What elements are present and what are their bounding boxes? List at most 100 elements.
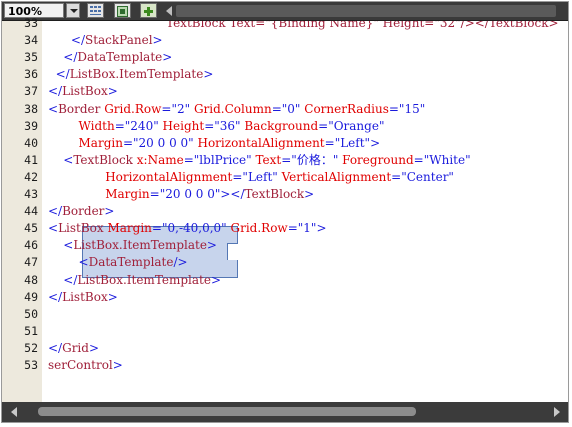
code-token: > xyxy=(206,238,217,253)
code-token: "15" xyxy=(398,101,426,116)
designer-toolbar: 100% xyxy=(2,2,568,21)
code-token: "1" xyxy=(297,221,317,236)
xaml-editor-window: 100% 33 34 35 36 37 38 39 40 41 42 43 44 45 46 47 48 49 5… xyxy=(1,1,569,423)
code-token: > xyxy=(104,204,115,219)
code-token: > xyxy=(316,221,327,236)
code-line: <ListBox.ItemTemplate> xyxy=(48,237,217,254)
line-number: 46 xyxy=(24,238,38,253)
code-token: </ xyxy=(48,272,78,287)
code-line: <Border Grid.Row="2" Grid.Column="0" Cor… xyxy=(48,101,425,118)
code-token: Margin xyxy=(103,221,152,236)
line-number: 39 xyxy=(24,118,38,133)
chevron-down-icon[interactable] xyxy=(66,3,80,18)
code-token: "Left" xyxy=(242,169,278,184)
code-token: ListBox.ItemTemplate xyxy=(73,238,207,253)
code-token: </ xyxy=(48,204,63,219)
code-token: "Orange" xyxy=(328,118,385,133)
code-token: </ xyxy=(48,84,63,99)
code-token: Foreground xyxy=(338,152,414,167)
line-number: 51 xyxy=(24,323,38,338)
code-token: Grid.Column xyxy=(190,101,272,116)
code-token: HorizontalAlignment xyxy=(193,135,325,150)
code-token: = xyxy=(281,152,292,167)
code-token: > xyxy=(162,50,173,65)
line-number: 37 xyxy=(24,84,38,99)
code-token: </ xyxy=(48,289,63,304)
line-number: 48 xyxy=(24,272,38,287)
code-token: CornerRadius xyxy=(300,101,389,116)
add-icon[interactable] xyxy=(140,3,157,18)
code-token: > xyxy=(112,358,123,372)
code-token: > xyxy=(107,289,118,304)
code-token: = xyxy=(413,152,424,167)
code-token: = xyxy=(232,169,243,184)
code-token: ListBox xyxy=(62,84,108,99)
code-token: Border xyxy=(62,204,105,219)
code-token: "Left" xyxy=(334,135,371,150)
scroll-right-icon[interactable] xyxy=(554,407,560,417)
code-line: </DataTemplate> xyxy=(48,49,172,66)
line-number: 47 xyxy=(24,255,38,270)
line-number: 36 xyxy=(24,67,38,82)
grid-icon[interactable] xyxy=(87,3,104,18)
code-token: ListBox xyxy=(62,289,108,304)
scroll-left-icon[interactable] xyxy=(166,6,172,16)
code-token: = xyxy=(324,135,335,150)
code-token: Margin xyxy=(48,187,150,201)
code-token: < xyxy=(48,152,74,167)
snap-icon[interactable] xyxy=(114,3,131,18)
code-token: Height xyxy=(158,118,205,133)
code-token: </ xyxy=(48,340,63,355)
code-line: serControl> xyxy=(48,357,123,374)
code-token: DataTemplate xyxy=(88,255,174,270)
code-token: = xyxy=(271,101,282,116)
code-token: "White" xyxy=(423,152,471,167)
code-token: = xyxy=(391,169,402,184)
code-line: TextBlock Text="{Binding Name}" Height="… xyxy=(166,21,559,32)
code-line: <TextBlock x:Name="lblPrice" Text="价格：" … xyxy=(48,152,471,169)
line-number: 34 xyxy=(24,33,38,48)
code-line: HorizontalAlignment="Left" VerticalAlign… xyxy=(48,169,454,186)
code-area[interactable]: TextBlock Text="{Binding Name}" Height="… xyxy=(48,21,568,402)
code-token: < xyxy=(48,255,89,270)
code-token: = xyxy=(287,221,298,236)
line-number: 53 xyxy=(24,358,38,372)
code-token: Grid.Row xyxy=(226,221,288,236)
code-token: Margin xyxy=(48,135,123,150)
code-token: "0" xyxy=(281,101,301,116)
code-token: ListBox xyxy=(58,221,104,236)
code-token: "Center" xyxy=(401,169,454,184)
code-token: > xyxy=(304,187,315,201)
code-token: "20 0 0 0" xyxy=(159,187,221,201)
line-number: 42 xyxy=(24,169,38,184)
code-token: serControl xyxy=(48,358,113,372)
code-token: "36" xyxy=(214,118,241,133)
code-line: </ListBox.ItemTemplate> xyxy=(48,66,214,83)
code-token: ></ xyxy=(220,187,245,201)
code-token: "0,-40,0,0" xyxy=(161,221,227,236)
code-token: = xyxy=(114,118,125,133)
code-token: > xyxy=(203,67,214,82)
horizontal-scrollbar[interactable] xyxy=(2,402,568,422)
code-token: StackPanel xyxy=(84,33,153,48)
code-line: </ListBox> xyxy=(48,83,118,100)
code-line: </ListBox.ItemTemplate> xyxy=(48,272,221,289)
code-token: "240" xyxy=(124,118,159,133)
line-number: 43 xyxy=(24,187,38,201)
scrollbar-thumb[interactable] xyxy=(38,407,416,416)
code-token: ListBox.ItemTemplate xyxy=(77,272,211,287)
code-token: < xyxy=(48,221,59,236)
code-token: /> xyxy=(173,255,188,270)
code-token: > xyxy=(370,135,381,150)
code-token: TextBlock xyxy=(244,187,305,201)
code-line: <DataTemplate/> xyxy=(48,254,188,271)
line-number: 33 xyxy=(24,16,38,30)
scroll-left-icon[interactable] xyxy=(11,407,17,417)
code-token: Border xyxy=(58,101,101,116)
line-number: 52 xyxy=(24,340,38,355)
toolbar-scrollbar[interactable] xyxy=(176,5,556,17)
code-token: = xyxy=(149,187,160,201)
code-token: "20 0 0 0" xyxy=(133,135,194,150)
code-line: Margin="20 0 0 0" HorizontalAlignment="L… xyxy=(48,135,381,152)
code-token: "价格：" xyxy=(291,152,339,167)
